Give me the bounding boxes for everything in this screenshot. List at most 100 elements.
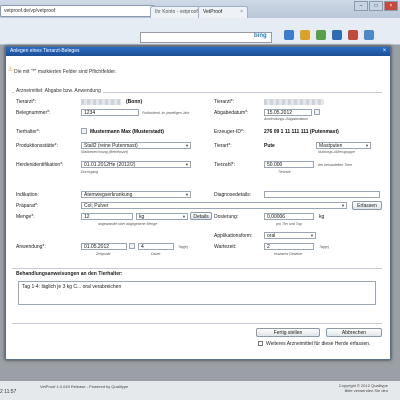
anwendung-hint-zeitpunkt: Zeitpunkt xyxy=(96,252,111,256)
toolbar-icon[interactable] xyxy=(316,30,326,40)
produktionsstaette-hint: Stallbezeichnung (Betriebsart) xyxy=(81,150,128,154)
toolbar-icon[interactable] xyxy=(348,30,358,40)
redacted-tierarzt2[interactable] xyxy=(264,99,324,105)
belegnummer-label: Belegnummer*: xyxy=(16,110,51,116)
tierarzt-beleg-dialog: Anlegen eines Tierarzt-Beleges × ⚠ Die m… xyxy=(5,46,391,360)
indikation-select[interactable]: Atemwegserkrankung ▼ xyxy=(81,191,191,198)
anwendung-date-input[interactable]: 01.05.2012 xyxy=(81,243,127,250)
applikation-select[interactable]: oral ▼ xyxy=(264,232,316,239)
dialog-close-icon[interactable]: × xyxy=(381,48,388,55)
wartezeit-unit: Tag(e) xyxy=(319,245,329,249)
menge-unit: kg xyxy=(139,214,145,220)
herdenident-hint: Durchgang xyxy=(81,170,99,174)
praeparat-label: Präparat*: xyxy=(16,203,39,209)
wartezeit-hint: essbares Gewebe xyxy=(274,252,303,256)
tierhalter-value: Mustermann Max (Musterstadt) xyxy=(90,129,164,135)
weiteres-label: Weiteres Arzneimittel für diese Herde er… xyxy=(266,341,371,347)
tierzahl-hint: Tierzahl xyxy=(278,170,291,174)
bing-logo: bing xyxy=(254,33,267,39)
close-window-icon[interactable]: × xyxy=(384,1,398,11)
fertig-stellen-button[interactable]: Fertig stellen xyxy=(256,328,320,337)
tierzahl-suffix: der behandelten Tiere xyxy=(318,163,353,167)
minimize-icon[interactable]: – xyxy=(354,1,368,11)
calendar-icon[interactable] xyxy=(314,109,320,115)
tierhalter-label: Tierhalter*: xyxy=(16,129,41,135)
chevron-down-icon: ▼ xyxy=(310,233,314,238)
abgabedatum-hint: Anwendungs-/Abgabedatum xyxy=(264,117,309,121)
search-input[interactable] xyxy=(140,32,272,43)
abgabedatum-label: Abgabedatum*: xyxy=(214,110,249,116)
herdenident-select[interactable]: 01.01.2012He (2012/2) ▼ xyxy=(81,161,191,168)
applikation-label: Applikationsform: xyxy=(214,233,253,239)
dosierung-input[interactable]: 0,00006 xyxy=(264,213,314,220)
search-icon[interactable] xyxy=(81,128,87,134)
tierzahl-input[interactable]: 50.000 xyxy=(264,161,314,168)
praeparat-select[interactable]: Col; Pulver ▼ xyxy=(81,202,347,209)
anwendung-days-unit: Tag(e) xyxy=(178,245,188,249)
herdenident-value: 01.01.2012He (2012/2) xyxy=(84,162,136,168)
redacted-name xyxy=(81,99,121,105)
diagnose-input[interactable] xyxy=(264,191,380,198)
tierart-value: Pute xyxy=(264,143,275,149)
toolbar-icon[interactable] xyxy=(364,30,374,40)
menge-label: Menge*: xyxy=(16,214,35,220)
wartezeit-label: Wartezeit: xyxy=(214,244,237,250)
produktionsstaette-select[interactable]: Stall2 (reine Putenmast) ▼ xyxy=(81,142,191,149)
menge-hint: angewandte oder abgegebene Menge xyxy=(98,222,158,226)
toolbar-icon[interactable] xyxy=(284,30,294,40)
indikation-value: Atemwegserkrankung xyxy=(84,192,133,198)
toolbar-icon[interactable] xyxy=(300,30,310,40)
toolbar-icon[interactable] xyxy=(332,30,342,40)
section-divider xyxy=(12,268,382,269)
status-bar: VetProof 1.0.049 Release - Powered by Qu… xyxy=(0,381,400,400)
erfassen-button[interactable]: Erfassen xyxy=(352,201,382,210)
browser-window: vetproof.de/vp/vetproof Ihr Konto - vetp… xyxy=(0,0,400,400)
belegnummer-input[interactable]: 1234 xyxy=(81,109,139,116)
weiteres-checkbox[interactable] xyxy=(258,341,263,346)
window-controls: – □ × xyxy=(354,1,398,11)
tab-label: Ihr Konto - vetproof xyxy=(155,9,198,15)
status-hint: Bitte verwenden Sie den xyxy=(344,388,388,393)
tab-close-icon[interactable]: × xyxy=(240,7,243,18)
wartezeit-input[interactable]: 2 xyxy=(264,243,314,250)
diagnose-label: Diagnosedetails: xyxy=(214,192,251,198)
abbrechen-button[interactable]: Abbrechen xyxy=(326,328,382,337)
anweisungen-textarea[interactable]: Tag 1-4: täglich je 3 kg C... oral verab… xyxy=(18,281,376,305)
chevron-down-icon: ▼ xyxy=(341,203,345,208)
abgabedatum-input[interactable]: 15.05.2012 xyxy=(264,109,312,116)
dosierung-hint: pro Tier und Tag xyxy=(276,222,302,226)
anwendung-label: Anwendung*: xyxy=(16,244,46,250)
chevron-down-icon: ▼ xyxy=(182,214,186,219)
anwendung-days-input[interactable]: 4 xyxy=(138,243,174,250)
footer-divider xyxy=(12,323,382,324)
dosierung-unit: kg xyxy=(319,214,325,220)
erzeuger-label: Erzeuger-ID*: xyxy=(214,129,245,135)
chevron-down-icon: ▼ xyxy=(185,192,189,197)
nutzung-select[interactable]: Mastputen ▼ xyxy=(316,142,371,149)
tierarzt-label: Tierarzt*: xyxy=(16,99,37,105)
anwendung-hint-dauer: Dauer xyxy=(151,252,161,256)
calendar-icon[interactable] xyxy=(129,243,135,249)
tab-label: VetProof xyxy=(203,9,223,15)
anweisungen-label: Behandlungsanweisungen an den Tierhalter… xyxy=(16,271,123,277)
nutzung-hint: Nutzungs-/Altersgruppe xyxy=(318,150,355,154)
nutzung-value: Mastputen xyxy=(319,143,343,149)
indikation-label: Indikation: xyxy=(16,192,39,198)
tierarzt2-label: Tierarzt*: xyxy=(214,99,235,105)
produktionsstaette-value: Stall2 (reine Putenmast) xyxy=(84,143,138,149)
maximize-icon[interactable]: □ xyxy=(369,1,383,11)
menge-unit-select[interactable]: kg ▼ xyxy=(136,213,188,220)
address-bar[interactable]: vetproof.de/vp/vetproof xyxy=(0,5,155,17)
browser-tab-1[interactable]: Ihr Konto - vetproof × xyxy=(150,6,202,26)
browser-tab-2[interactable]: VetProof × xyxy=(198,6,248,18)
erzeuger-value: 276 09 1 11 111 111 (Putenmast) xyxy=(264,129,339,135)
herdenident-label: Herdenidentifikation*: xyxy=(16,162,64,168)
tierarzt-value: (Bonn) xyxy=(126,99,143,105)
menge-input[interactable]: 12 xyxy=(81,213,133,220)
menge-details-button[interactable]: Details xyxy=(190,212,212,220)
belegnummer-hint: Fortlaufend, im jeweiligen Jahr xyxy=(142,111,190,115)
praeparat-value: Col; Pulver xyxy=(84,203,109,209)
chevron-down-icon: ▼ xyxy=(185,162,189,167)
status-left: VetProof 1.0.049 Release - Powered by Qu… xyxy=(40,384,129,389)
browser-tabbar: vetproof.de/vp/vetproof Ihr Konto - vetp… xyxy=(0,0,400,26)
